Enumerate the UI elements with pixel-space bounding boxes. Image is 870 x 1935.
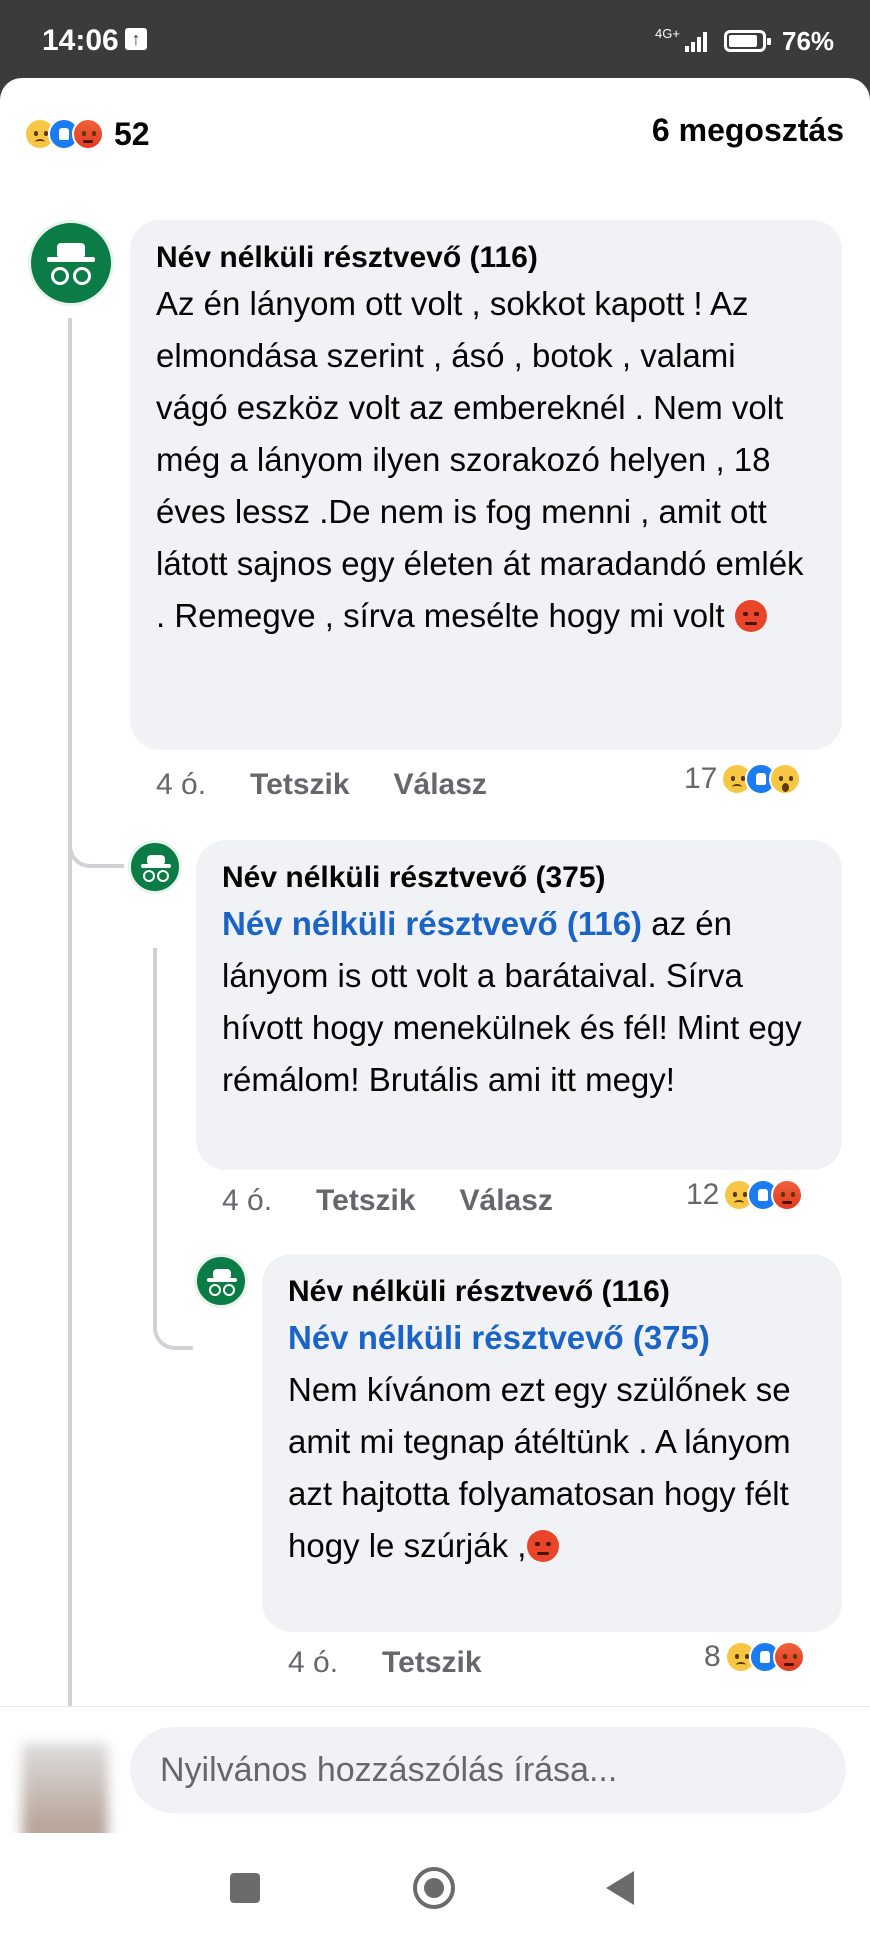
battery-icon <box>724 30 771 52</box>
incognito-brim <box>207 1278 237 1282</box>
comment-reactions[interactable]: 17 <box>684 762 802 796</box>
incognito-glass-right <box>223 1284 235 1296</box>
incognito-glass-right <box>157 870 169 882</box>
reply-button[interactable]: Válasz <box>460 1184 553 1218</box>
incognito-glass-left <box>209 1284 221 1296</box>
comment-reactions[interactable]: 8 <box>704 1640 805 1674</box>
post-reactions[interactable]: 52 <box>24 114 150 154</box>
comment-author[interactable]: Név nélküli résztvevő (375) <box>222 858 816 898</box>
incognito-icon <box>213 1269 231 1278</box>
angry-reaction-icon <box>72 118 104 150</box>
thread-line <box>68 318 72 1718</box>
upload-icon: ↑ <box>125 28 147 50</box>
back-button-icon[interactable] <box>606 1871 634 1905</box>
incognito-brim <box>47 257 95 262</box>
signal-icon <box>685 30 713 52</box>
angry-emoji-icon <box>527 1530 560 1562</box>
comment-text: Név nélküli résztvevő (116) az én lányom… <box>222 898 816 1106</box>
angry-reaction-icon <box>771 1179 804 1211</box>
comment-bubble[interactable]: Név nélküli résztvevő (116) Az én lányom… <box>130 220 842 750</box>
comment-actions: 4 ó. Tetszik Válasz <box>156 768 487 802</box>
system-nav-bar <box>0 1833 870 1935</box>
like-button[interactable]: Tetszik <box>382 1646 481 1680</box>
incognito-glass-left <box>51 267 69 285</box>
comment-reaction-count: 12 <box>686 1178 720 1211</box>
comment-time: 4 ó. <box>222 1184 273 1217</box>
share-count[interactable]: 6 megosztás <box>652 112 844 149</box>
avatar[interactable] <box>194 1254 248 1308</box>
comment-input[interactable]: Nyilvános hozzászólás írása... <box>130 1727 846 1813</box>
network-type: 4G+ <box>655 26 680 41</box>
comment-text: Név nélküli résztvevő (375) Nem kívánom e… <box>288 1312 816 1572</box>
comment-author[interactable]: Név nélküli résztvevő (116) <box>288 1272 816 1312</box>
comment-mention[interactable]: Név nélküli résztvevő (116) <box>222 905 642 942</box>
status-bar: 14:06 ↑ 4G+ 76% <box>0 0 870 78</box>
user-avatar-blurred <box>22 1743 108 1833</box>
thread-connector <box>153 1278 193 1350</box>
incognito-glass-left <box>143 870 155 882</box>
comment-mention[interactable]: Név nélküli résztvevő (375) <box>288 1319 710 1356</box>
avatar[interactable] <box>128 840 182 894</box>
reply-button[interactable]: Válasz <box>394 768 487 802</box>
comment-reaction-count: 8 <box>704 1640 721 1673</box>
comment-bubble[interactable]: Név nélküli résztvevő (375) Név nélküli … <box>196 840 842 1170</box>
like-button[interactable]: Tetszik <box>316 1184 415 1218</box>
incognito-brim <box>141 864 171 868</box>
comments-sheet: 52 6 megosztás Név nélküli résztvevő (11… <box>0 78 870 1833</box>
thread-line <box>153 948 157 1278</box>
battery-percent: 76% <box>782 26 835 56</box>
status-time: 14:06 <box>42 24 119 57</box>
incognito-icon <box>57 243 85 257</box>
comment-composer: Nyilvános hozzászólás írása... <box>0 1706 870 1833</box>
incognito-glass-right <box>73 267 91 285</box>
angry-emoji-icon <box>734 600 767 632</box>
comment-reactions[interactable]: 12 <box>686 1178 804 1212</box>
thread-connector <box>68 778 124 868</box>
comment-author[interactable]: Név nélküli résztvevő (116) <box>156 238 816 278</box>
recents-button-icon[interactable] <box>230 1873 260 1903</box>
comment-body: Az én lányom ott volt , sokkot kapott ! … <box>156 285 804 634</box>
comment-time: 4 ó. <box>156 768 207 801</box>
like-button[interactable]: Tetszik <box>250 768 349 802</box>
wow-reaction-icon <box>769 763 802 795</box>
comment-bubble[interactable]: Név nélküli résztvevő (116) Név nélküli … <box>262 1254 842 1632</box>
home-button-icon[interactable] <box>413 1867 455 1909</box>
incognito-icon <box>147 855 165 864</box>
comment-actions: 4 ó. Tetszik <box>288 1646 482 1680</box>
avatar[interactable] <box>28 220 114 306</box>
comment-time: 4 ó. <box>288 1646 339 1679</box>
comment-actions: 4 ó. Tetszik Válasz <box>222 1184 553 1218</box>
post-reaction-count: 52 <box>114 115 150 152</box>
comment-reaction-count: 17 <box>684 762 718 795</box>
angry-reaction-icon <box>772 1641 805 1673</box>
comment-text: Az én lányom ott volt , sokkot kapott ! … <box>156 278 816 642</box>
